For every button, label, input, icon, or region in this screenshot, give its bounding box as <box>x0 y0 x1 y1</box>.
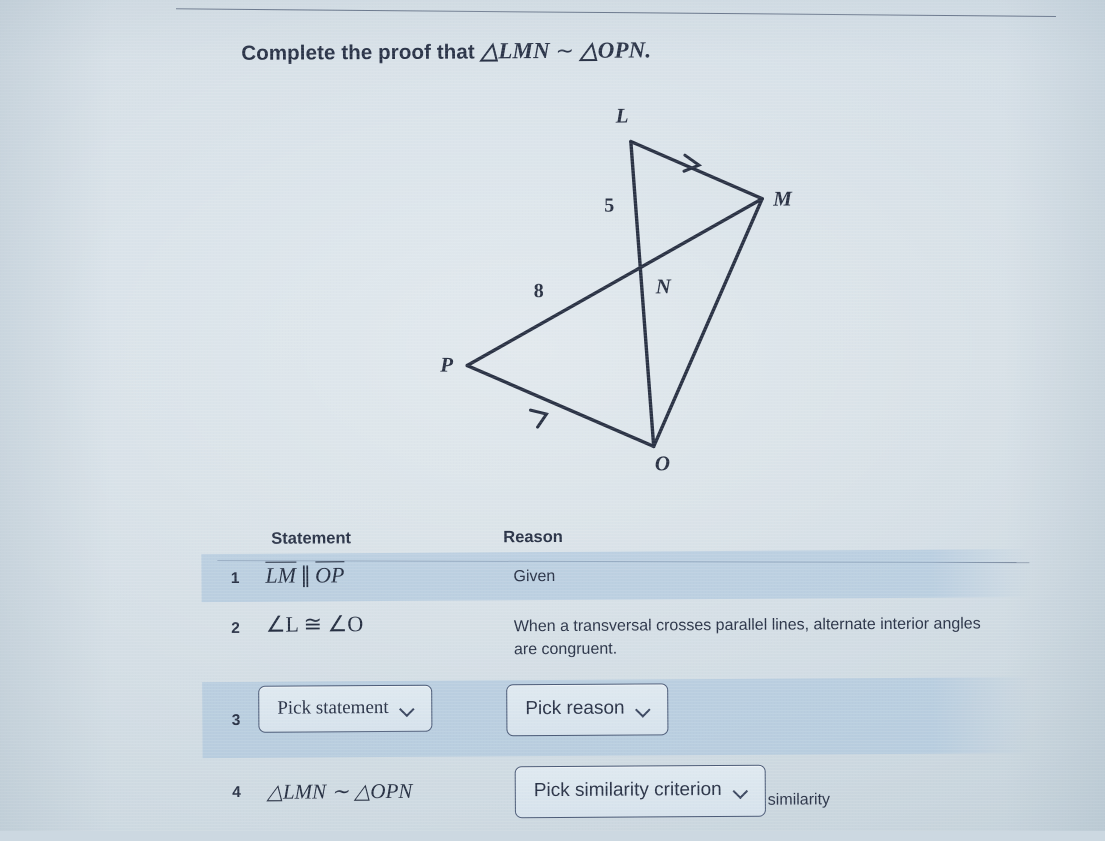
chevron-down-icon <box>401 703 416 712</box>
pick-reason-label: Pick reason <box>525 697 625 720</box>
column-header-reason: Reason <box>503 527 563 547</box>
row-reason: Pick similarity criterion similarity <box>514 763 1007 819</box>
segment-LM-label: LM <box>265 561 297 588</box>
pick-reason-dropdown[interactable]: Pick reason <box>506 683 669 737</box>
row-statement: LM ∥ OP <box>239 556 513 589</box>
segment-LM <box>629 139 764 201</box>
pick-similarity-criterion-dropdown[interactable]: Pick similarity criterion <box>514 764 766 819</box>
row-number: 4 <box>232 783 241 801</box>
row-statement: Pick statement <box>240 684 506 733</box>
prompt-similar-symbol: ∼ <box>555 37 575 63</box>
vertex-label-M: M <box>773 186 792 211</box>
row-statement: △LMN ∼ △OPN <box>266 778 413 804</box>
prompt-period: . <box>645 37 652 63</box>
row-number: 1 <box>230 569 240 587</box>
side-length-PN: 8 <box>533 280 544 303</box>
row-statement: ∠L ≅ ∠O <box>265 611 364 637</box>
segment-PM <box>465 197 764 368</box>
similarity-suffix-label: similarity <box>767 791 831 809</box>
pick-similarity-criterion-label: Pick similarity criterion <box>533 778 722 802</box>
worksheet-content: Complete the proof that △LMN ∼ △OPN. L M… <box>0 0 1105 834</box>
prompt-lead: Complete the proof that <box>241 40 475 65</box>
table-row: 1 LM ∥ OP Given <box>201 549 1032 603</box>
segment-OP-label: OP <box>314 561 345 588</box>
prompt-triangle-2: △OPN <box>579 37 646 63</box>
vertex-label-P: P <box>440 352 454 377</box>
vertex-label-O: O <box>654 451 671 476</box>
table-row: 2 ∠L ≅ ∠O When a transversal crosses par… <box>202 597 1032 682</box>
row-number: 3 <box>231 711 241 729</box>
row-reason: Given <box>513 567 556 586</box>
table-row: 3 Pick statement Pick reason <box>202 677 1033 759</box>
row-reason: When a transversal crosses parallel line… <box>513 615 981 658</box>
parallel-symbol: ∥ <box>299 562 312 588</box>
table-row: 4 △LMN ∼ △OPN Pick similarity criterion … <box>203 753 1033 840</box>
row-reason: Pick reason <box>506 681 998 737</box>
page-title: Complete the proof that △LMN ∼ △OPN. <box>241 37 651 66</box>
prompt-triangle-1: △LMN <box>480 38 550 64</box>
segment-PO <box>465 363 656 449</box>
column-header-statement: Statement <box>271 529 352 548</box>
segment-LO <box>629 139 656 449</box>
vertex-label-L: L <box>615 103 629 128</box>
side-length-LN: 5 <box>604 194 615 217</box>
row-number: 2 <box>231 619 240 637</box>
pick-statement-dropdown[interactable]: Pick statement <box>258 684 433 733</box>
arrow-mark-PO <box>528 408 549 429</box>
segment-MO <box>651 197 764 449</box>
chevron-down-icon <box>734 786 749 795</box>
pick-statement-label: Pick statement <box>277 697 389 719</box>
proof-table: Statement Reason 1 LM ∥ OP Given 2 ∠L ≅ ∠O… <box>201 515 1033 840</box>
vertex-label-N: N <box>655 274 671 299</box>
geometry-diagram: L M N O P 5 8 <box>419 98 841 501</box>
page-top-rule <box>176 8 1056 17</box>
table-header: Statement Reason <box>201 515 1031 564</box>
triangles-svg <box>465 139 764 449</box>
chevron-down-icon <box>637 704 652 713</box>
